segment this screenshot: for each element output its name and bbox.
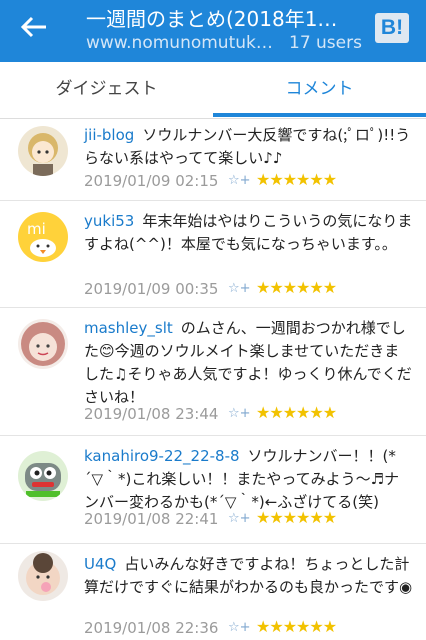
add-star-icon[interactable]: ☆+	[228, 281, 251, 296]
comment-row: U4Q 占いみんな好きですよね！ちょっとした計算だけですぐに結果がわかるのも良かっ…	[0, 543, 426, 640]
app-header: 一週間のまとめ(2018年1… www.nomunomutuk… 17 user…	[0, 0, 426, 62]
comment-username[interactable]: mashley_slt	[84, 319, 173, 337]
comment-date: 2019/01/08 22:41	[84, 510, 219, 528]
avatar[interactable]	[18, 319, 68, 369]
comment-row: mashley_slt のムさん、一週間おつかれ様でした😊今週のソウルメイト楽しま…	[0, 307, 426, 436]
add-star-icon[interactable]: ☆+	[228, 406, 251, 421]
comment-body: kanahiro9-22_22-8-8 ソウルナンバー！！(*´▽｀*)これ楽しい…	[84, 445, 414, 514]
comment-body: jii-blog ソウルナンバー大反響ですね(;ﾟロﾟ)!!うらない系はやってて楽…	[84, 124, 414, 170]
comment-date: 2019/01/09 02:15	[84, 172, 219, 190]
star-rating: ★★★★★★	[256, 278, 337, 297]
comment-username[interactable]: U4Q	[84, 555, 116, 573]
tab-digest[interactable]: ダイジェスト	[0, 62, 213, 118]
tab-comment[interactable]: コメント	[213, 62, 426, 118]
hatena-bookmark-button[interactable]: B!	[375, 13, 409, 43]
comment-body: yuki53 年末年始はやはりこういうの気になりますよね(^^)！本屋でも気になっ…	[84, 210, 414, 256]
tab-selected-indicator	[213, 113, 426, 117]
comment-body: mashley_slt のムさん、一週間おつかれ様でした😊今週のソウルメイト楽しま…	[84, 317, 414, 409]
comment-date: 2019/01/09 00:35	[84, 280, 219, 298]
back-arrow-icon[interactable]	[16, 12, 52, 42]
comment-body: U4Q 占いみんな好きですよね！ちょっとした計算だけですぐに結果がわかるのも良かっ…	[84, 553, 414, 599]
add-star-icon[interactable]: ☆+	[228, 620, 251, 635]
star-rating: ★★★★★★	[256, 508, 337, 527]
comment-row: mi yuki53 年末年始はやはりこういうの気になりますよね(^^)！本屋でも気…	[0, 200, 426, 308]
tab-bar: ダイジェスト コメント	[0, 62, 426, 119]
page-url: www.nomunomutuk…	[86, 33, 273, 53]
svg-text:mi: mi	[27, 220, 46, 238]
star-rating: ★★★★★★	[256, 170, 337, 189]
comment-username[interactable]: jii-blog	[84, 126, 134, 144]
comment-list[interactable]: jii-blog ソウルナンバー大反響ですね(;ﾟロﾟ)!!うらない系はやってて楽…	[0, 118, 426, 640]
comment-date: 2019/01/08 22:36	[84, 619, 219, 637]
avatar[interactable]	[18, 551, 68, 601]
add-star-icon[interactable]: ☆+	[228, 173, 251, 188]
avatar[interactable]: mi	[18, 212, 68, 262]
star-rating: ★★★★★★	[256, 403, 337, 422]
comment-date: 2019/01/08 23:44	[84, 405, 219, 423]
star-rating: ★★★★★★	[256, 617, 337, 636]
comment-row: kanahiro9-22_22-8-8 ソウルナンバー！！(*´▽｀*)これ楽しい…	[0, 435, 426, 544]
comment-username[interactable]: yuki53	[84, 212, 134, 230]
avatar[interactable]	[18, 126, 68, 176]
avatar[interactable]	[18, 451, 68, 501]
comment-row: jii-blog ソウルナンバー大反響ですね(;ﾟロﾟ)!!うらない系はやってて楽…	[0, 118, 426, 201]
user-count: 17 users	[289, 33, 362, 53]
comment-username[interactable]: kanahiro9-22_22-8-8	[84, 447, 240, 465]
page-title: 一週間のまとめ(2018年1…	[86, 7, 338, 31]
comment-text: 占いみんな好きですよね！ちょっとした計算だけですぐに結果がわかるのも良かったです…	[84, 555, 413, 596]
add-star-icon[interactable]: ☆+	[228, 511, 251, 526]
